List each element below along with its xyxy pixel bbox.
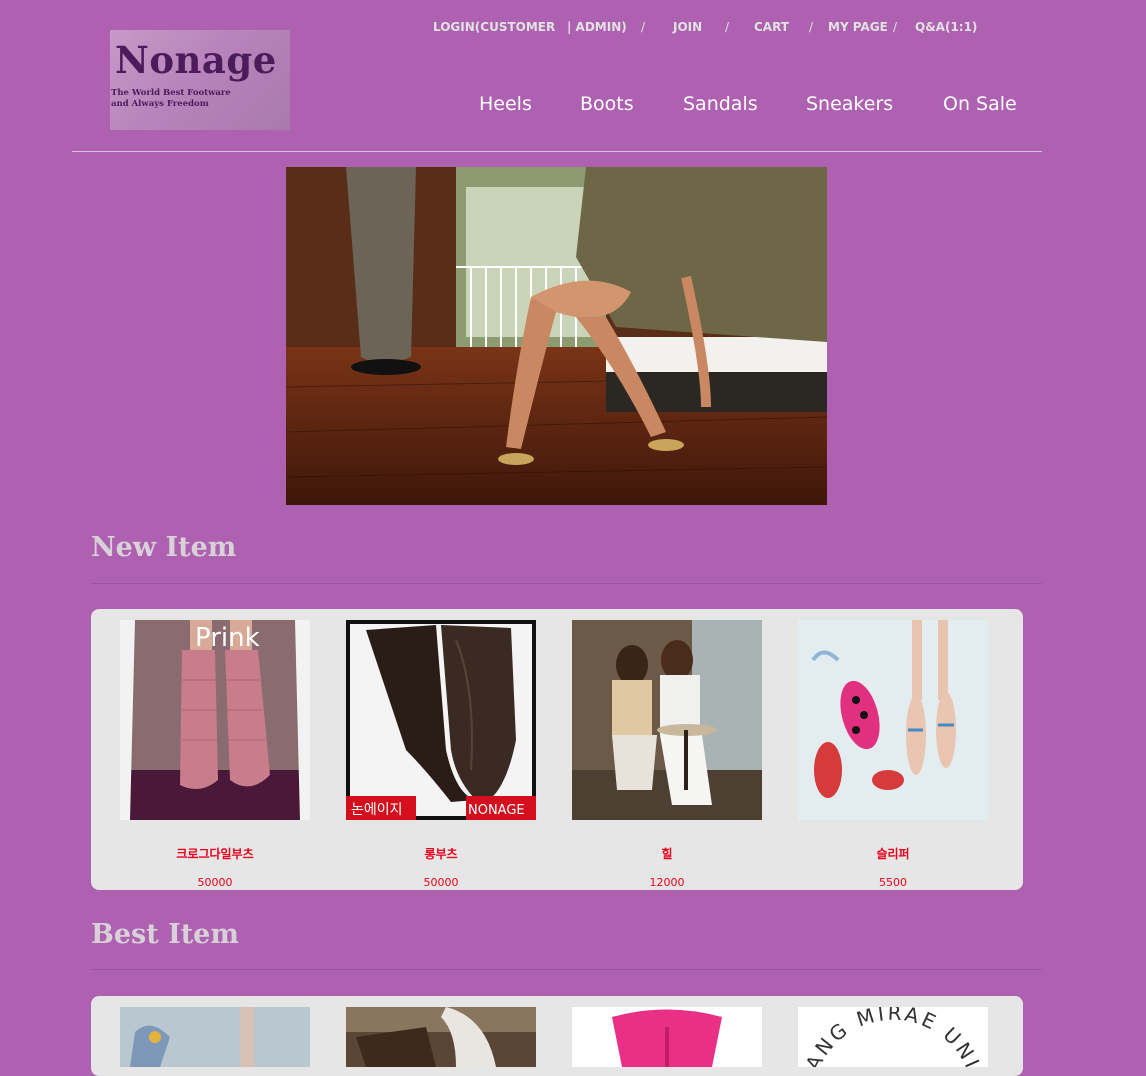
site-logo[interactable]: Nonage The World Best Footware and Alway…	[110, 30, 290, 130]
product-image[interactable]	[572, 620, 762, 820]
category-sandals[interactable]: Sandals	[683, 93, 758, 115]
product-image[interactable]	[120, 1007, 310, 1067]
nav-separator: /	[641, 20, 646, 34]
product-image[interactable]: 논에이지 NONAGE	[346, 620, 536, 820]
section-divider	[91, 583, 1042, 584]
product-image[interactable]	[572, 1007, 762, 1067]
logo-tagline-line1: The World Best Footware	[111, 88, 231, 98]
nav-separator: /	[725, 20, 730, 34]
product-name[interactable]: 힐	[572, 845, 762, 862]
badge-right: NONAGE	[468, 803, 525, 818]
product-card[interactable]: 논에이지 NONAGE 롱부츠 50000	[346, 620, 536, 889]
logo-tagline-line2: and Always Freedom	[111, 99, 209, 109]
product-name[interactable]: 슬리퍼	[798, 845, 988, 862]
header-divider	[72, 151, 1042, 152]
product-image[interactable]	[798, 620, 988, 820]
logo-name: Nonage	[115, 38, 277, 82]
product-card[interactable]: Prink 크로그다일부츠 50000	[120, 620, 310, 889]
product-card[interactable]: ANG MIRAE UNIV	[798, 1007, 988, 1067]
badge-left: 논에이지	[351, 802, 403, 818]
nav-separator: /	[893, 20, 898, 34]
logo-tagline: The World Best Footware and Always Freed…	[111, 88, 281, 110]
product-card[interactable]: 힐 12000	[572, 620, 762, 889]
product-price: 12000	[649, 876, 685, 889]
prink-label: Prink	[195, 623, 260, 653]
product-card[interactable]	[120, 1007, 310, 1067]
product-card[interactable]: 슬리퍼 5500	[798, 620, 988, 889]
my-page-link[interactable]: MY PAGE	[828, 20, 888, 34]
category-on-sale[interactable]: On Sale	[943, 93, 1017, 115]
nav-separator: /	[809, 20, 814, 34]
best-item-title: Best Item	[91, 919, 239, 950]
product-price: 5500	[879, 876, 907, 889]
product-name[interactable]: 크로그다일부츠	[120, 845, 310, 862]
cart-link[interactable]: CART	[754, 20, 789, 34]
qna-link[interactable]: Q&A(1:1)	[915, 20, 977, 34]
admin-link[interactable]: | ADMIN)	[567, 20, 627, 34]
new-item-title: New Item	[91, 532, 237, 563]
product-image[interactable]: Prink	[120, 620, 310, 820]
product-price: 50000	[197, 876, 233, 889]
section-divider	[91, 969, 1042, 970]
product-image[interactable]: ANG MIRAE UNIV	[798, 1007, 988, 1067]
product-image[interactable]	[346, 1007, 536, 1067]
hero-banner-image	[286, 167, 827, 505]
category-boots[interactable]: Boots	[580, 93, 634, 115]
product-price: 50000	[423, 876, 459, 889]
new-items-box: Prink 크로그다일부츠 50000 논에이지 NONAGE 롱부츠 5000…	[91, 609, 1023, 890]
category-heels[interactable]: Heels	[479, 93, 532, 115]
best-items-box: ANG MIRAE UNIV	[91, 996, 1023, 1076]
login-customer-link[interactable]: LOGIN(CUSTOMER	[433, 20, 555, 34]
product-card[interactable]	[572, 1007, 762, 1067]
product-name[interactable]: 롱부츠	[346, 845, 536, 862]
category-sneakers[interactable]: Sneakers	[806, 93, 893, 115]
product-card[interactable]	[346, 1007, 536, 1067]
join-link[interactable]: JOIN	[673, 20, 702, 34]
